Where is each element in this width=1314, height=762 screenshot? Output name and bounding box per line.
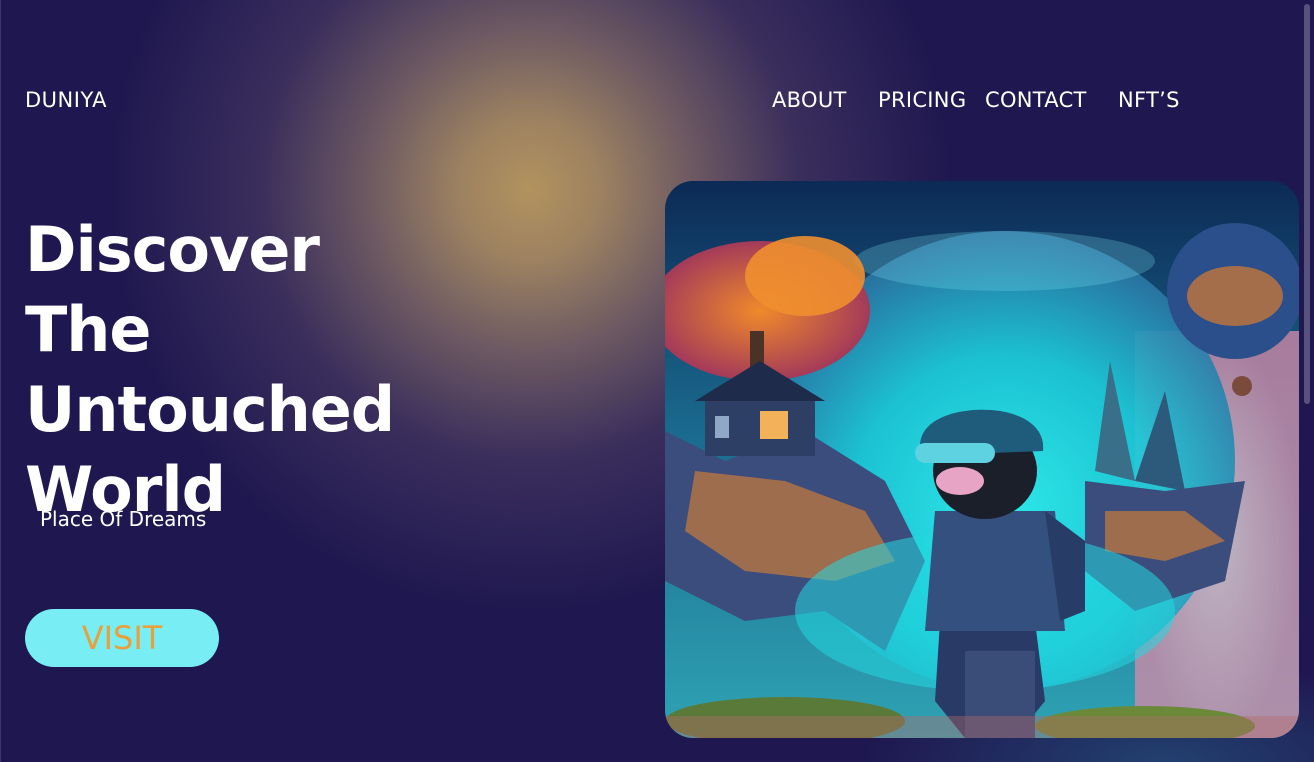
nav-contact-link[interactable]: CONTACT	[985, 88, 1087, 112]
visit-button[interactable]: VISIT	[25, 609, 219, 667]
nav-pricing-link[interactable]: PRICING	[878, 88, 966, 112]
nav-nfts-link[interactable]: NFT’S	[1118, 88, 1180, 112]
hero-title-line-2: Untouched	[25, 373, 395, 446]
nav-about-link[interactable]: ABOUT	[772, 88, 847, 112]
scrollbar[interactable]	[1304, 4, 1310, 404]
main-nav: ABOUT PRICING CONTACT NFT’S	[0, 88, 1314, 118]
hero-illustration	[665, 181, 1299, 738]
hero-subtitle: Place Of Dreams	[40, 507, 207, 531]
hero-title-line-1: Discover The	[25, 213, 320, 366]
hero-title: Discover The Untouched World	[25, 210, 465, 530]
